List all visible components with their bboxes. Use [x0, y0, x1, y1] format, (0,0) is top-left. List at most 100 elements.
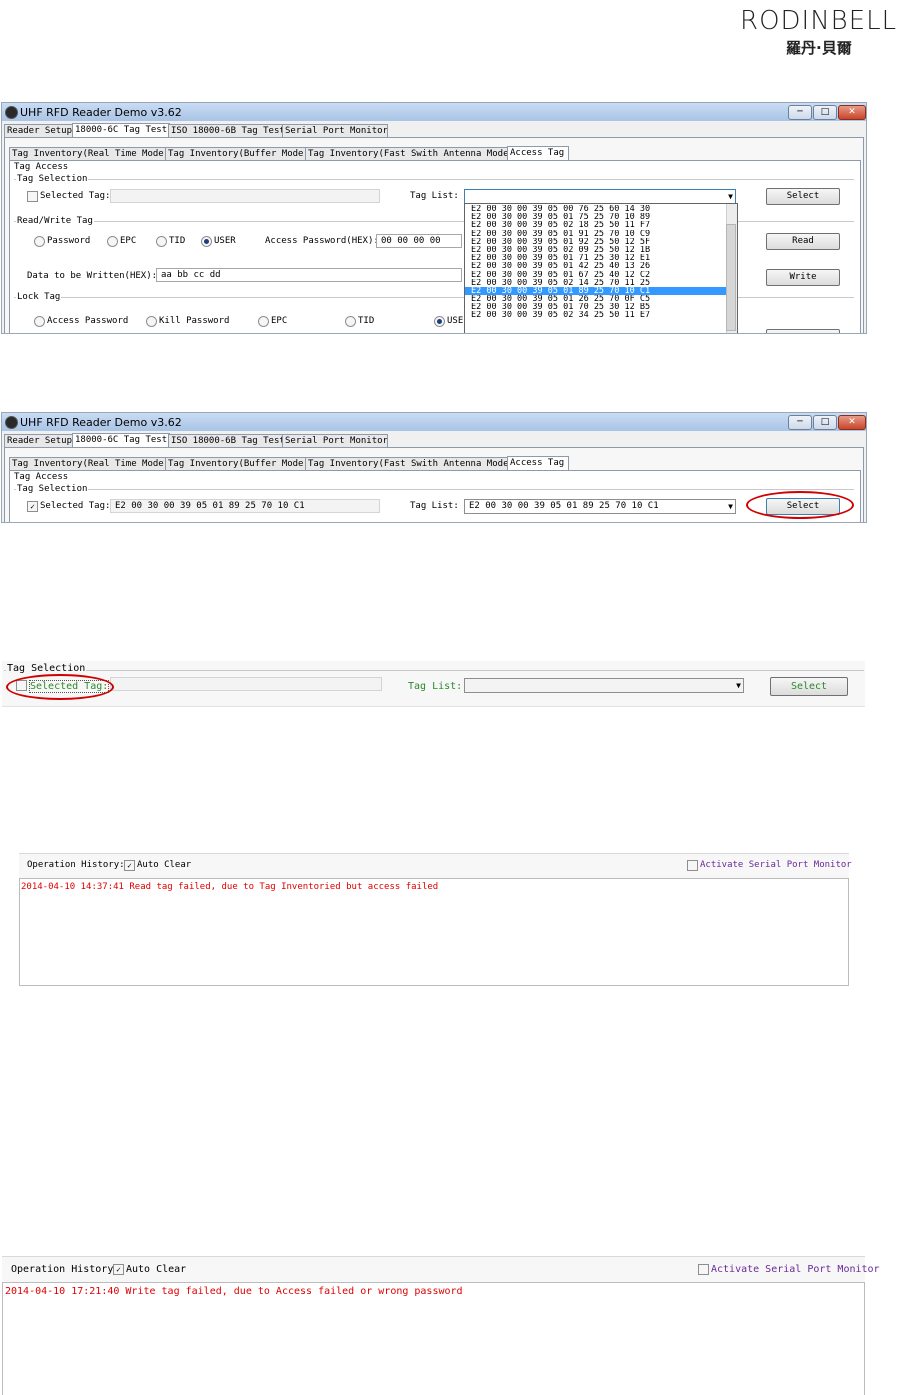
auto-clear-checkbox[interactable]: ✓ [113, 1264, 124, 1275]
close-button[interactable]: ✕ [838, 105, 866, 120]
close-button[interactable]: ✕ [838, 415, 866, 430]
logo-wordmark: RODINBELL [740, 6, 898, 36]
lock-button[interactable] [766, 329, 840, 333]
history-log-area[interactable]: 2014-04-10 17:21:40 Write tag failed, du… [2, 1282, 865, 1395]
radio-lock-user-label: USER [447, 316, 463, 326]
access-tag-panel: Tag Access Tag Selection Selected Tag: T… [9, 160, 861, 333]
screenshot-write-failed-history: Operation History: ✓ Auto Clear Activate … [2, 1256, 880, 1395]
minimize-button[interactable]: ─ [788, 105, 812, 120]
subtab-realtime[interactable]: Tag Inventory(Real Time Mode) [9, 147, 167, 160]
tag-selection-group [14, 489, 854, 490]
radio-lock-epc[interactable] [258, 316, 269, 327]
dropdown-scrollbar[interactable] [726, 204, 737, 333]
subtab-realtime[interactable]: Tag Inventory(Real Time Mode) [9, 457, 167, 470]
radio-epc[interactable] [107, 236, 118, 247]
tag-list-item[interactable]: E2 00 30 00 39 05 01 75 25 70 10 89 [465, 213, 737, 221]
serial-monitor-checkbox[interactable] [698, 1264, 709, 1275]
tag-list-item[interactable]: E2 00 30 00 39 05 02 09 25 50 12 1B [465, 246, 737, 254]
tag-list-item[interactable]: E2 00 30 00 39 05 01 91 25 70 10 C9 [465, 230, 737, 238]
subtab-access-tag[interactable]: Access Tag [507, 146, 569, 161]
radio-lock-access-password[interactable] [34, 316, 45, 327]
read-write-label: Read/Write Tag [16, 216, 94, 226]
serial-monitor-checkbox[interactable] [687, 860, 698, 871]
tag-list-item[interactable]: E2 00 30 00 39 05 02 18 25 50 11 F7 [465, 221, 737, 229]
tab-reader-setup[interactable]: Reader Setup [4, 124, 74, 137]
radio-password-label: Password [47, 236, 91, 246]
tab-iso-18000-6b[interactable]: ISO 18000-6B Tag Test [168, 434, 284, 447]
subtab-buffer[interactable]: Tag Inventory(Buffer Mode) [165, 147, 307, 160]
access-tag-panel: Tag Access Tag Selection ✓ Selected Tag:… [9, 470, 861, 522]
subtab-fast-switch[interactable]: Tag Inventory(Fast Swith Antenna Mode) [305, 147, 509, 160]
serial-monitor-label: Activate Serial Port Monitor [711, 1264, 880, 1275]
minimize-button[interactable]: ─ [788, 415, 812, 430]
subtab-buffer[interactable]: Tag Inventory(Buffer Mode) [165, 457, 307, 470]
operation-history-label: Operation History: [11, 1264, 120, 1275]
tag-list-item[interactable]: E2 00 30 00 39 05 01 26 25 70 0F C5 [465, 295, 737, 303]
tag-list-item[interactable]: E2 00 30 00 39 05 01 92 25 50 12 5F [465, 238, 737, 246]
tag-list-label: Tag List: [410, 191, 459, 201]
app-icon [5, 106, 18, 119]
tag-list-item[interactable]: E2 00 30 00 39 05 02 34 25 50 11 E7 [465, 311, 737, 319]
tab-serial-port-monitor[interactable]: Serial Port Monitor [282, 434, 388, 447]
selected-tag-field [110, 189, 380, 203]
tag-list-item[interactable]: E2 00 30 00 39 05 01 42 25 40 13 26 [465, 262, 737, 270]
log-entry: 2014-04-10 17:21:40 Write tag failed, du… [5, 1286, 463, 1297]
main-tabs: Reader Setup 18000-6C Tag Test ISO 18000… [4, 433, 864, 448]
subtab-fast-switch[interactable]: Tag Inventory(Fast Swith Antenna Mode) [305, 457, 509, 470]
auto-clear-label: Auto Clear [126, 1264, 187, 1275]
tag-list-item[interactable]: E2 00 30 00 39 05 01 67 25 40 12 C2 [465, 271, 737, 279]
screenshot-tag-selection-unchecked: Tag Selection Selected Tag: Tag List: ▼ … [2, 661, 865, 707]
main-tabs: Reader Setup 18000-6C Tag Test ISO 18000… [4, 123, 864, 138]
log-entry: 2014-04-10 14:37:41 Read tag failed, due… [21, 882, 439, 892]
select-button[interactable]: Select [766, 188, 840, 205]
select-button[interactable]: Select [770, 677, 848, 696]
radio-lock-kill-password-label: Kill Password [159, 316, 230, 326]
tab-panel: Tag Inventory(Real Time Mode) Tag Invent… [4, 447, 864, 522]
operation-history-label: Operation History: [27, 860, 125, 870]
read-button[interactable]: Read [766, 233, 840, 250]
radio-lock-kill-password[interactable] [146, 316, 157, 327]
tag-list-dropdown[interactable]: E2 00 30 00 39 05 00 76 25 60 14 30 E2 00… [464, 203, 738, 333]
access-password-input[interactable]: 00 00 00 00 [376, 234, 462, 248]
company-logo: RODINBELL 羅丹·貝爾 [740, 6, 900, 57]
tag-list-combo[interactable]: E2 00 30 00 39 05 01 89 25 70 10 C1 ▼ [464, 499, 736, 514]
subtab-access-tag[interactable]: Access Tag [507, 456, 569, 471]
tag-list-combo[interactable]: ▼ [464, 189, 736, 204]
tag-list-item[interactable]: E2 00 30 00 39 05 00 76 25 60 14 30 [465, 205, 737, 213]
tag-list-label: Tag List: [408, 681, 463, 692]
tag-list-item[interactable]: E2 00 30 00 39 05 01 89 25 70 10 C1 [465, 286, 737, 296]
radio-lock-user[interactable] [434, 316, 445, 327]
auto-clear-checkbox[interactable]: ✓ [124, 860, 135, 871]
radio-tid[interactable] [156, 236, 167, 247]
tag-list-combo[interactable]: ▼ [464, 678, 744, 693]
radio-password[interactable] [34, 236, 45, 247]
write-button[interactable]: Write [766, 269, 840, 286]
data-to-write-input[interactable]: aa bb cc dd [156, 268, 462, 282]
tag-list-value: E2 00 30 00 39 05 01 89 25 70 10 C1 [469, 501, 659, 511]
dropdown-scroll-thumb[interactable] [726, 224, 736, 331]
selected-tag-checkbox[interactable]: ✓ [27, 501, 38, 512]
tag-list-item[interactable]: E2 00 30 00 39 05 02 14 25 70 11 25 [465, 279, 737, 287]
radio-lock-tid[interactable] [345, 316, 356, 327]
sub-tabs: Tag Inventory(Real Time Mode) Tag Invent… [9, 146, 859, 161]
tag-selection-group [4, 670, 864, 671]
radio-lock-tid-label: TID [358, 316, 375, 326]
maximize-button[interactable]: □ [813, 105, 837, 120]
radio-user[interactable] [201, 236, 212, 247]
maximize-button[interactable]: □ [813, 415, 837, 430]
selected-tag-field [110, 677, 382, 691]
tag-access-label: Tag Access [14, 162, 69, 172]
tab-18000-6c[interactable]: 18000-6C Tag Test [72, 433, 170, 448]
window-title: UHF RFD Reader Demo v3.62 [20, 416, 182, 429]
tag-list-label: Tag List: [410, 501, 459, 511]
tag-list-item[interactable]: E2 00 30 00 39 05 01 71 25 30 12 E1 [465, 254, 737, 262]
tab-reader-setup[interactable]: Reader Setup [4, 434, 74, 447]
tag-list-item[interactable]: E2 00 30 00 39 05 01 70 25 30 12 B5 [465, 303, 737, 311]
selected-tag-checkbox[interactable] [27, 191, 38, 202]
tag-selection-group [14, 179, 854, 180]
tab-serial-port-monitor[interactable]: Serial Port Monitor [282, 124, 388, 137]
app-icon [5, 416, 18, 429]
history-log-area[interactable]: 2014-04-10 14:37:41 Read tag failed, due… [19, 878, 849, 986]
tab-iso-18000-6b[interactable]: ISO 18000-6B Tag Test [168, 124, 284, 137]
tab-18000-6c[interactable]: 18000-6C Tag Test [72, 123, 170, 138]
